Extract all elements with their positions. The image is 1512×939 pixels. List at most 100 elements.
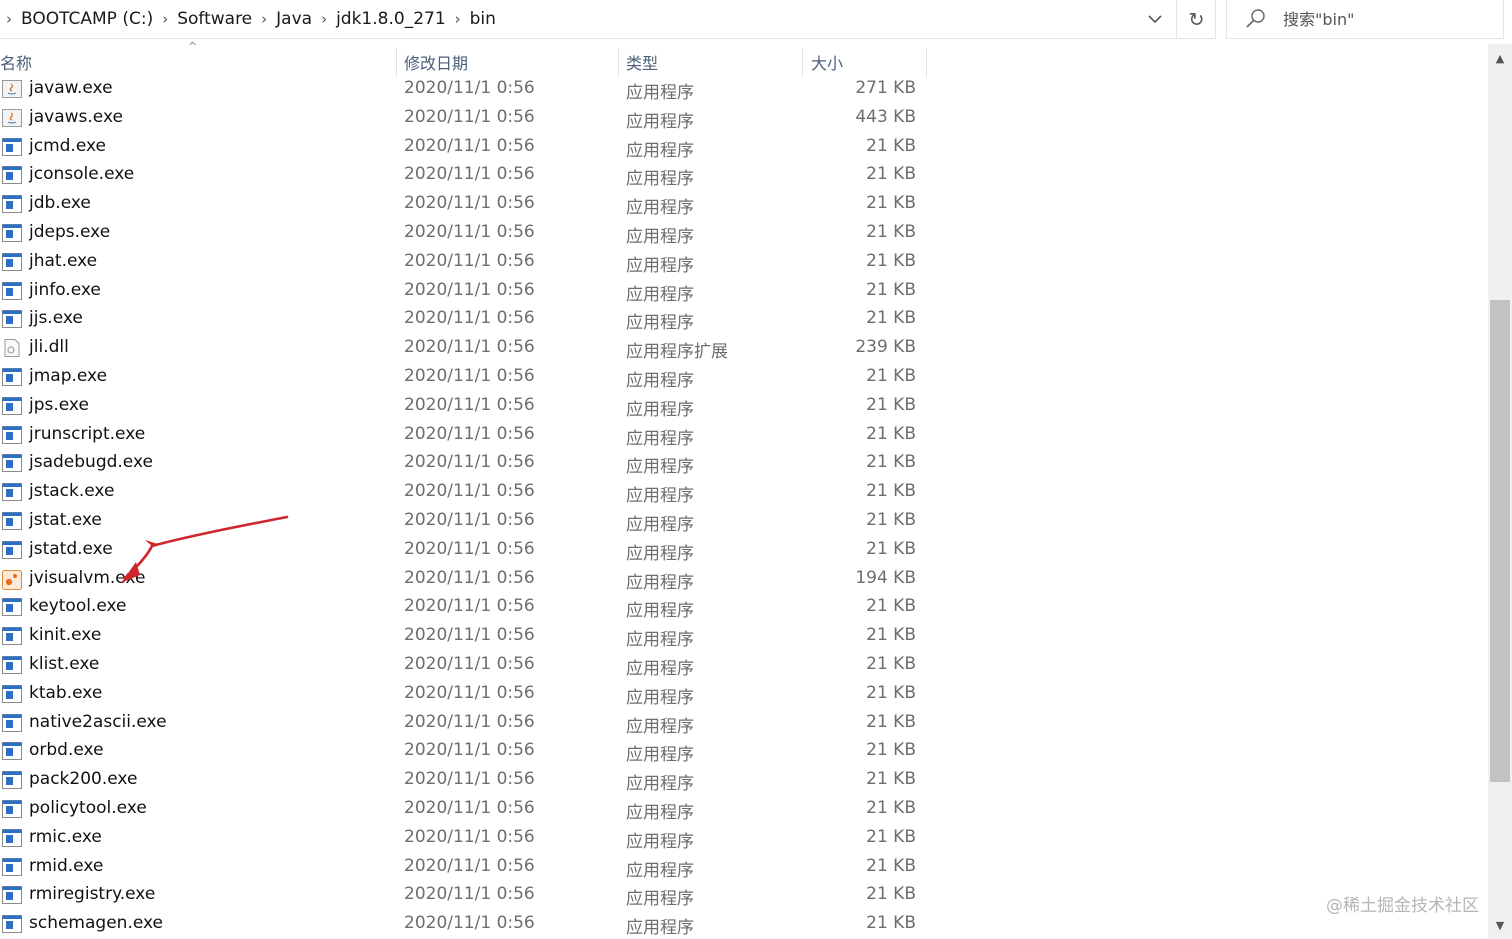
- chevron-right-icon[interactable]: ›: [261, 10, 267, 28]
- file-name[interactable]: pack200.exe: [29, 769, 137, 789]
- file-name[interactable]: jcmd.exe: [29, 136, 106, 156]
- search-input[interactable]: [1281, 8, 1485, 30]
- column-divider[interactable]: [802, 48, 803, 78]
- file-row[interactable]: orbd.exe 2020/11/1 0:56 应用程序 21 KB: [0, 737, 930, 766]
- file-modified-date: 2020/11/1 0:56: [404, 884, 535, 905]
- scroll-down-icon[interactable]: ▼: [1488, 913, 1512, 937]
- file-size: 21 KB: [866, 279, 916, 300]
- file-name[interactable]: native2ascii.exe: [29, 712, 167, 732]
- column-divider[interactable]: [618, 48, 619, 78]
- breadcrumb-item-jdk[interactable]: jdk1.8.0_271: [336, 9, 446, 29]
- file-name[interactable]: jps.exe: [29, 395, 89, 415]
- file-row[interactable]: rmiregistry.exe 2020/11/1 0:56 应用程序 21 KB: [0, 881, 930, 910]
- file-size: 21 KB: [866, 913, 916, 934]
- file-row[interactable]: javaws.exe 2020/11/1 0:56 应用程序 443 KB: [0, 104, 930, 133]
- file-name[interactable]: rmiregistry.exe: [29, 884, 155, 904]
- column-header-type[interactable]: 类型: [626, 44, 796, 78]
- file-modified-date: 2020/11/1 0:56: [404, 394, 535, 415]
- vertical-scrollbar[interactable]: ▲ ▼: [1488, 44, 1512, 939]
- file-name[interactable]: jdeps.exe: [29, 222, 110, 242]
- breadcrumb-item-drive[interactable]: BOOTCAMP (C:): [21, 9, 153, 29]
- file-name[interactable]: javaws.exe: [29, 107, 123, 127]
- file-row[interactable]: klist.exe 2020/11/1 0:56 应用程序 21 KB: [0, 651, 930, 680]
- file-name[interactable]: jjs.exe: [29, 308, 83, 328]
- file-name[interactable]: keytool.exe: [29, 596, 127, 616]
- file-name[interactable]: javaw.exe: [29, 78, 113, 98]
- file-row[interactable]: rmic.exe 2020/11/1 0:56 应用程序 21 KB: [0, 824, 930, 853]
- scroll-up-icon[interactable]: ▲: [1488, 46, 1512, 70]
- file-name[interactable]: rmid.exe: [29, 856, 103, 876]
- file-modified-date: 2020/11/1 0:56: [404, 653, 535, 674]
- file-row[interactable]: jli.dll 2020/11/1 0:56 应用程序扩展 239 KB: [0, 334, 930, 363]
- file-row[interactable]: jstack.exe 2020/11/1 0:56 应用程序 21 KB: [0, 478, 930, 507]
- file-row[interactable]: keytool.exe 2020/11/1 0:56 应用程序 21 KB: [0, 593, 930, 622]
- file-modified-date: 2020/11/1 0:56: [404, 797, 535, 818]
- file-row[interactable]: jstat.exe 2020/11/1 0:56 应用程序 21 KB: [0, 507, 930, 536]
- watermark: @稀土掘金技术社区: [1326, 896, 1479, 916]
- file-row[interactable]: jdb.exe 2020/11/1 0:56 应用程序 21 KB: [0, 190, 930, 219]
- column-header-name[interactable]: 名称: [0, 44, 395, 78]
- file-row[interactable]: jrunscript.exe 2020/11/1 0:56 应用程序 21 KB: [0, 421, 930, 450]
- breadcrumb-item-bin[interactable]: bin: [470, 9, 496, 29]
- refresh-button[interactable]: ↻: [1176, 0, 1216, 39]
- file-row[interactable]: policytool.exe 2020/11/1 0:56 应用程序 21 KB: [0, 795, 930, 824]
- file-row[interactable]: kinit.exe 2020/11/1 0:56 应用程序 21 KB: [0, 622, 930, 651]
- file-name[interactable]: jsadebugd.exe: [29, 452, 153, 472]
- column-divider[interactable]: [926, 48, 927, 78]
- file-row[interactable]: jconsole.exe 2020/11/1 0:56 应用程序 21 KB: [0, 161, 930, 190]
- file-row[interactable]: native2ascii.exe 2020/11/1 0:56 应用程序 21 KB: [0, 709, 930, 738]
- file-name[interactable]: kinit.exe: [29, 625, 101, 645]
- file-row[interactable]: jcmd.exe 2020/11/1 0:56 应用程序 21 KB: [0, 133, 930, 162]
- file-name[interactable]: jstatd.exe: [29, 539, 113, 559]
- file-row[interactable]: jstatd.exe 2020/11/1 0:56 应用程序 21 KB: [0, 536, 930, 565]
- file-row[interactable]: jvisualvm.exe 2020/11/1 0:56 应用程序 194 KB: [0, 565, 930, 594]
- address-history-button[interactable]: [1140, 0, 1170, 39]
- file-name[interactable]: jhat.exe: [29, 251, 97, 271]
- exe-icon: [2, 396, 22, 415]
- file-name[interactable]: jli.dll: [29, 337, 69, 357]
- file-name[interactable]: jvisualvm.exe: [29, 568, 145, 588]
- file-name[interactable]: ktab.exe: [29, 683, 102, 703]
- file-name[interactable]: jstack.exe: [29, 481, 114, 501]
- file-row[interactable]: javaw.exe 2020/11/1 0:56 应用程序 271 KB: [0, 75, 930, 104]
- file-name[interactable]: orbd.exe: [29, 740, 104, 760]
- chevron-right-icon[interactable]: ›: [455, 10, 461, 28]
- chevron-right-icon[interactable]: ›: [162, 10, 168, 28]
- file-name[interactable]: klist.exe: [29, 654, 99, 674]
- file-row[interactable]: jinfo.exe 2020/11/1 0:56 应用程序 21 KB: [0, 277, 930, 306]
- file-name[interactable]: jconsole.exe: [29, 164, 134, 184]
- file-name[interactable]: jstat.exe: [29, 510, 102, 530]
- chevron-right-icon[interactable]: ›: [321, 10, 327, 28]
- file-row[interactable]: jdeps.exe 2020/11/1 0:56 应用程序 21 KB: [0, 219, 930, 248]
- file-name[interactable]: schemagen.exe: [29, 913, 163, 933]
- exe-icon: [2, 857, 22, 876]
- file-row[interactable]: rmid.exe 2020/11/1 0:56 应用程序 21 KB: [0, 853, 930, 882]
- file-row[interactable]: jsadebugd.exe 2020/11/1 0:56 应用程序 21 KB: [0, 449, 930, 478]
- scrollbar-thumb[interactable]: [1490, 300, 1510, 782]
- file-row[interactable]: jjs.exe 2020/11/1 0:56 应用程序 21 KB: [0, 305, 930, 334]
- file-name[interactable]: jdb.exe: [29, 193, 91, 213]
- breadcrumb-item-software[interactable]: Software: [177, 9, 252, 29]
- file-name[interactable]: jinfo.exe: [29, 280, 101, 300]
- column-header-size[interactable]: 大小: [811, 44, 921, 78]
- file-name[interactable]: rmic.exe: [29, 827, 102, 847]
- file-row[interactable]: ktab.exe 2020/11/1 0:56 应用程序 21 KB: [0, 680, 930, 709]
- file-row[interactable]: jmap.exe 2020/11/1 0:56 应用程序 21 KB: [0, 363, 930, 392]
- address-bar[interactable]: › BOOTCAMP (C:) › Software › Java › jdk1…: [0, 0, 1216, 39]
- file-type: 应用程序: [626, 630, 694, 651]
- column-header-date[interactable]: 修改日期: [404, 44, 616, 78]
- file-row[interactable]: schemagen.exe 2020/11/1 0:56 应用程序 21 KB: [0, 910, 930, 939]
- breadcrumb-item-java[interactable]: Java: [276, 9, 312, 29]
- file-row[interactable]: jps.exe 2020/11/1 0:56 应用程序 21 KB: [0, 392, 930, 421]
- chevron-right-icon[interactable]: ›: [6, 10, 12, 28]
- file-modified-date: 2020/11/1 0:56: [404, 625, 535, 646]
- file-row[interactable]: pack200.exe 2020/11/1 0:56 应用程序 21 KB: [0, 766, 930, 795]
- file-name[interactable]: jmap.exe: [29, 366, 107, 386]
- file-type: 应用程序: [626, 399, 694, 420]
- search-box[interactable]: [1226, 0, 1504, 39]
- file-name[interactable]: jrunscript.exe: [29, 424, 145, 444]
- column-divider[interactable]: [396, 48, 397, 78]
- file-size: 21 KB: [866, 250, 916, 271]
- file-row[interactable]: jhat.exe 2020/11/1 0:56 应用程序 21 KB: [0, 248, 930, 277]
- file-name[interactable]: policytool.exe: [29, 798, 147, 818]
